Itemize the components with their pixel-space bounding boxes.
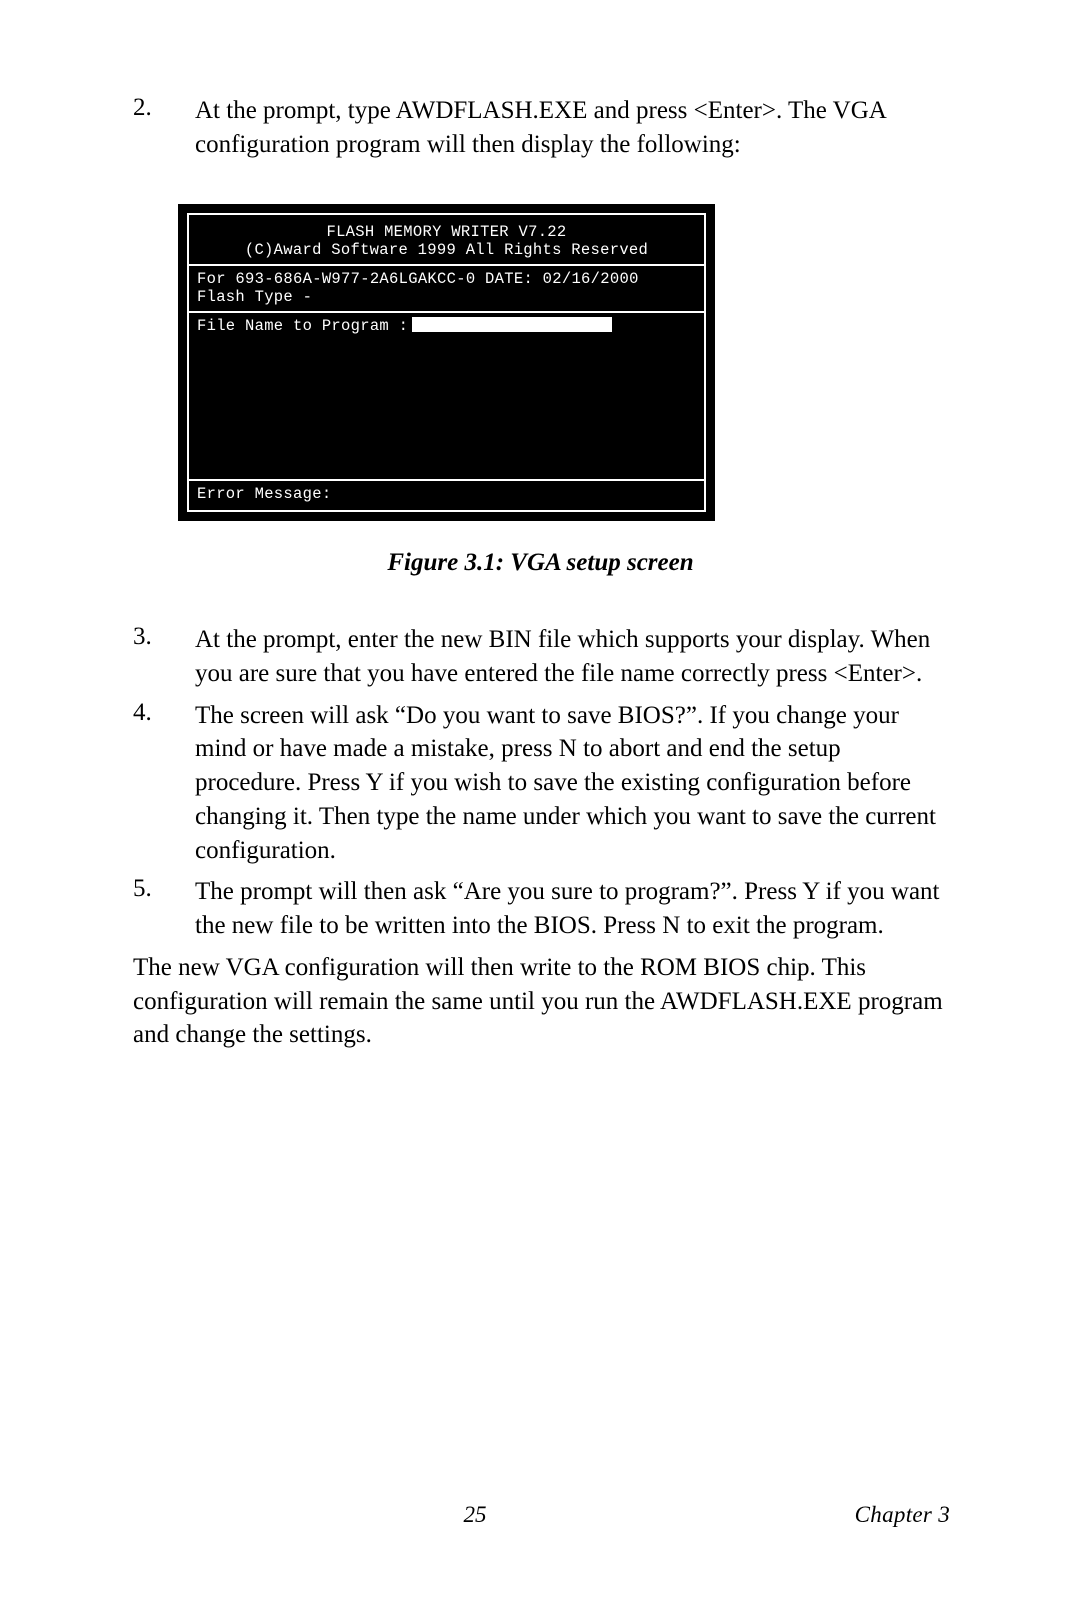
file-prompt-label: File Name to Program : bbox=[197, 317, 408, 335]
chapter-label: Chapter 3 bbox=[855, 1502, 950, 1528]
terminal-inner: FLASH MEMORY WRITER V7.22 (C)Award Softw… bbox=[187, 213, 706, 513]
list-item-5: 5. The prompt will then ask “Are you sur… bbox=[133, 875, 948, 943]
terminal-file-prompt: File Name to Program : bbox=[197, 317, 696, 336]
list-number: 3. bbox=[133, 623, 195, 691]
list-number: 4. bbox=[133, 699, 195, 868]
terminal-divider bbox=[189, 479, 704, 481]
list-text: At the prompt, type AWDFLASH.EXE and pre… bbox=[195, 94, 948, 162]
list-item-4: 4. The screen will ask “Do you want to s… bbox=[133, 699, 948, 868]
terminal-blank-area bbox=[197, 335, 696, 475]
terminal-copyright: (C)Award Software 1999 All Rights Reserv… bbox=[197, 241, 696, 260]
list-text: The screen will ask “Do you want to save… bbox=[195, 699, 948, 868]
page-content: 2. At the prompt, type AWDFLASH.EXE and … bbox=[0, 0, 1080, 1052]
terminal-error-label: Error Message: bbox=[197, 485, 696, 504]
terminal-outer-border: FLASH MEMORY WRITER V7.22 (C)Award Softw… bbox=[178, 204, 715, 522]
list-number: 5. bbox=[133, 875, 195, 943]
input-field-area bbox=[412, 317, 612, 332]
list-item-2: 2. At the prompt, type AWDFLASH.EXE and … bbox=[133, 94, 948, 162]
terminal-screenshot: FLASH MEMORY WRITER V7.22 (C)Award Softw… bbox=[178, 204, 715, 522]
figure-caption: Figure 3.1: VGA setup screen bbox=[133, 549, 948, 577]
terminal-divider bbox=[189, 264, 704, 266]
terminal-flash-type: Flash Type - bbox=[197, 288, 696, 307]
terminal-title: FLASH MEMORY WRITER V7.22 bbox=[197, 223, 696, 242]
list-number: 2. bbox=[133, 94, 195, 162]
closing-paragraph: The new VGA configuration will then writ… bbox=[133, 951, 948, 1052]
list-item-3: 3. At the prompt, enter the new BIN file… bbox=[133, 623, 948, 691]
list-text: At the prompt, enter the new BIN file wh… bbox=[195, 623, 948, 691]
list-text: The prompt will then ask “Are you sure t… bbox=[195, 875, 948, 943]
terminal-divider bbox=[189, 311, 704, 313]
terminal-bios-line: For 693-686A-W977-2A6LGAKCC-0 DATE: 02/1… bbox=[197, 270, 696, 289]
